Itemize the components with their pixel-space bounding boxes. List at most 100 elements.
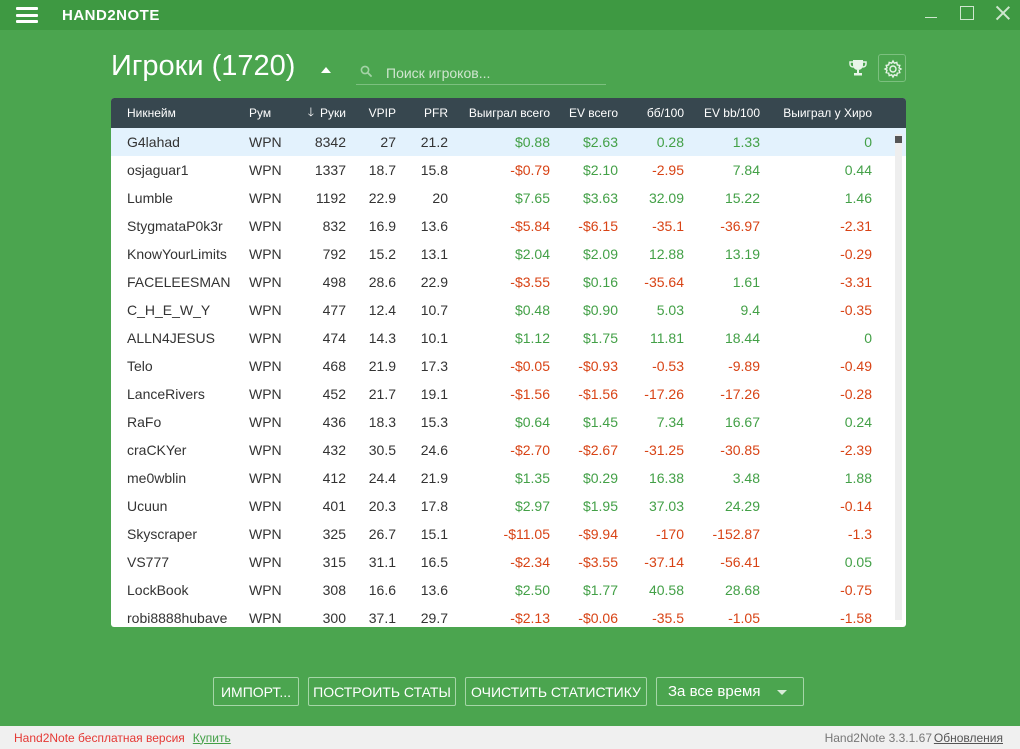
cell-won: -$3.55	[510, 274, 550, 290]
cell-pfr: 10.7	[420, 302, 448, 318]
cell-vpip: 20.3	[368, 498, 396, 514]
cell-vpip: 27	[380, 134, 396, 150]
cell-vs-hero: -0.49	[840, 358, 872, 374]
cell-hands: 315	[322, 554, 346, 570]
hamburger-menu-icon[interactable]	[16, 7, 38, 23]
vertical-scrollbar[interactable]	[895, 134, 902, 620]
minimize-icon[interactable]	[924, 6, 938, 20]
column-header-pfr[interactable]: PFR	[396, 98, 448, 128]
updates-link[interactable]: Обновления	[934, 731, 1003, 745]
cell-pfr: 20	[432, 190, 448, 206]
cell-won: $1.12	[514, 330, 550, 346]
clear-stats-button[interactable]: ОЧИСТИТЬ СТАТИСТИКУ	[465, 677, 647, 706]
column-header-won[interactable]: Выиграл всего	[448, 98, 550, 128]
cell-vs-hero: -2.31	[840, 218, 872, 234]
import-button[interactable]: ИМПОРТ...	[213, 677, 299, 706]
cell-won: -$0.05	[510, 358, 550, 374]
buy-link[interactable]: Купить	[193, 731, 231, 745]
period-select[interactable]: За все время	[656, 677, 804, 706]
cell-room: WPN	[249, 162, 282, 178]
table-row[interactable]: ALLN4JESUS WPN 474 14.3 10.1 $1.12 $1.75 11.81 1…	[111, 324, 906, 352]
table-row[interactable]: LanceRivers WPN 452 21.7 19.1 -$1.56 -$1.56 -17…	[111, 380, 906, 408]
cell-vs-hero: -0.14	[840, 498, 872, 514]
window-controls	[924, 6, 1010, 20]
search-input[interactable]	[386, 63, 601, 83]
cell-vs-hero: 1.88	[844, 470, 872, 486]
cell-name: LockBook	[127, 582, 189, 598]
column-header-hands[interactable]: 🡓 Руки	[291, 98, 346, 128]
scrollbar-thumb[interactable]	[895, 136, 902, 143]
table-row[interactable]: me0wblin WPN 412 24.4 21.9 $1.35 $0.29 16.38 3.4…	[111, 464, 906, 492]
table-row[interactable]: G4lahad WPN 8342 27 21.2 $0.88 $2.63 0.28 1.33 0	[111, 128, 906, 156]
table-row[interactable]: robi8888hubave WPN 300 37.1 29.7 -$2.13 -$0.06…	[111, 604, 906, 627]
column-header-room[interactable]: Рум	[246, 98, 291, 128]
column-header-bb100[interactable]: бб/100	[618, 98, 684, 128]
table-row[interactable]: LockBook WPN 308 16.6 13.6 $2.50 $1.77 40.58 28.…	[111, 576, 906, 604]
table-row[interactable]: C_H_E_W_Y WPN 477 12.4 10.7 $0.48 $0.90 5.03 9.4…	[111, 296, 906, 324]
maximize-icon[interactable]	[960, 6, 974, 20]
settings-button[interactable]	[878, 54, 906, 82]
cell-name: VS777	[127, 554, 170, 570]
cell-room: WPN	[249, 218, 282, 234]
cell-vs-hero: -0.35	[840, 302, 872, 318]
cell-ev: -$0.06	[578, 610, 618, 626]
build-stats-button[interactable]: ПОСТРОИТЬ СТАТЫ	[308, 677, 456, 706]
cell-room: WPN	[249, 358, 282, 374]
cell-evbb100: 24.29	[724, 498, 760, 514]
cell-evbb100: -1.05	[728, 610, 760, 626]
cell-hands: 436	[322, 414, 346, 430]
column-header-vpip[interactable]: VPIP	[346, 98, 396, 128]
cell-ev: $2.09	[582, 246, 618, 262]
table-row[interactable]: craCKYer WPN 432 30.5 24.6 -$2.70 -$2.67 -31.25…	[111, 436, 906, 464]
table-row[interactable]: KnowYourLimits WPN 792 15.2 13.1 $2.04 $2.09 12…	[111, 240, 906, 268]
cell-name: G4lahad	[127, 134, 180, 150]
close-icon[interactable]	[996, 6, 1010, 20]
cell-hands: 432	[322, 442, 346, 458]
trophy-icon[interactable]	[848, 58, 868, 78]
cell-name: Skyscraper	[127, 526, 198, 542]
table-row[interactable]: Telo WPN 468 21.9 17.3 -$0.05 -$0.93 -0.53 -9.89…	[111, 352, 906, 380]
cell-room: WPN	[249, 330, 282, 346]
cell-name: ALLN4JESUS	[127, 330, 215, 346]
cell-ev: $3.63	[582, 190, 618, 206]
cell-name: KnowYourLimits	[127, 246, 227, 262]
table-row[interactable]: Lumble WPN 1192 22.9 20 $7.65 $3.63 32.09 15.22 1…	[111, 184, 906, 212]
table-row[interactable]: StygmataP0k3r WPN 832 16.9 13.6 -$5.84 -$6.15 -…	[111, 212, 906, 240]
cell-ev: $1.95	[582, 498, 618, 514]
table-row[interactable]: VS777 WPN 315 31.1 16.5 -$2.34 -$3.55 -37.14 -56…	[111, 548, 906, 576]
column-header-ev[interactable]: EV всего	[550, 98, 618, 128]
cell-vs-hero: -1.58	[840, 610, 872, 626]
cell-won: -$2.70	[510, 442, 550, 458]
gear-icon	[883, 59, 903, 79]
column-header-evbb100[interactable]: EV bb/100	[684, 98, 760, 128]
title-dropdown-caret-icon[interactable]	[321, 67, 331, 73]
cell-hands: 498	[322, 274, 346, 290]
cell-hands: 474	[322, 330, 346, 346]
cell-pfr: 22.9	[420, 274, 448, 290]
cell-name: FACELEESMAN	[127, 274, 231, 290]
cell-won: -$0.79	[510, 162, 550, 178]
column-header-vs-hero[interactable]: Выиграл у Хиро	[760, 98, 872, 128]
cell-bb100: -37.14	[644, 554, 684, 570]
table-row[interactable]: Ucuun WPN 401 20.3 17.8 $2.97 $1.95 37.03 24.29 -…	[111, 492, 906, 520]
cell-room: WPN	[249, 302, 282, 318]
table-row[interactable]: FACELEESMAN WPN 498 28.6 22.9 -$3.55 $0.16 -35.…	[111, 268, 906, 296]
cell-won: $0.48	[514, 302, 550, 318]
cell-ev: $0.16	[582, 274, 618, 290]
cell-room: WPN	[249, 526, 282, 542]
cell-ev: -$3.55	[578, 554, 618, 570]
cell-room: WPN	[249, 134, 282, 150]
cell-bb100: -170	[655, 526, 684, 542]
table-row[interactable]: Skyscraper WPN 325 26.7 15.1 -$11.05 -$9.94 -17…	[111, 520, 906, 548]
cell-won: $2.97	[514, 498, 550, 514]
cell-ev: -$9.94	[578, 526, 618, 542]
column-header-name[interactable]: Никнейм	[111, 98, 246, 128]
period-select-value: За все время	[668, 683, 761, 700]
table-row[interactable]: RaFo WPN 436 18.3 15.3 $0.64 $1.45 7.34 16.67 0.2…	[111, 408, 906, 436]
table-header: Никнейм Рум 🡓 Руки VPIP PFR Выиграл всег…	[111, 98, 906, 128]
table-row[interactable]: osjaguar1 WPN 1337 18.7 15.8 -$0.79 $2.10 -2.95…	[111, 156, 906, 184]
cell-room: WPN	[249, 554, 282, 570]
cell-won: $2.04	[514, 246, 550, 262]
cell-evbb100: 3.48	[732, 470, 760, 486]
cell-bb100: -31.25	[644, 442, 684, 458]
